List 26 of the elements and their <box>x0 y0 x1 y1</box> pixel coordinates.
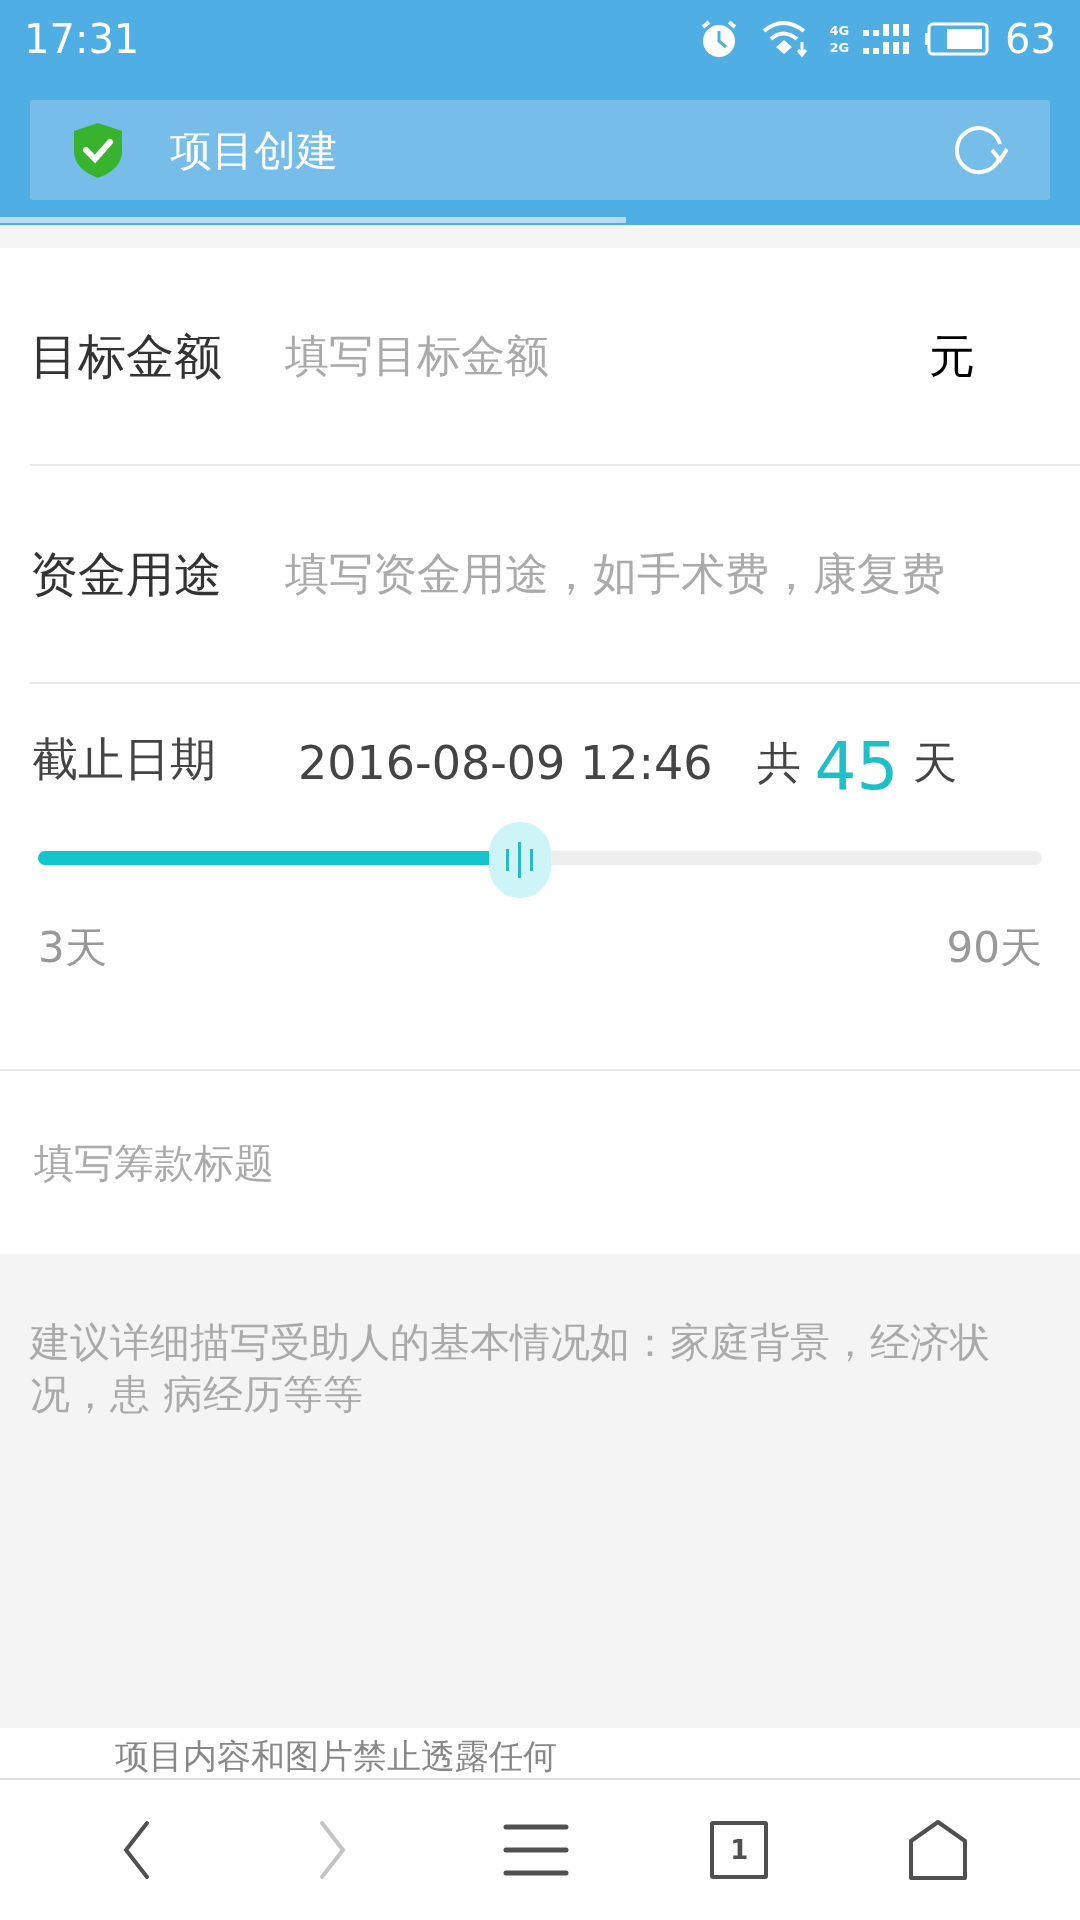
tabs-button[interactable]: 1 <box>710 1821 769 1879</box>
menu-icon <box>502 1824 569 1876</box>
page-title: 项目创建 <box>170 124 339 177</box>
slider-min-label: 3天 <box>38 922 107 974</box>
text-field[interactable]: 填写目标金额 <box>285 323 929 389</box>
total-prefix: 共 <box>756 736 801 790</box>
total-suffix: 天 <box>912 736 957 790</box>
network-type: 2G <box>829 41 850 54</box>
field-label: 资金用途 <box>30 545 223 604</box>
address-bar[interactable]: 项目创建 <box>30 100 1050 200</box>
deadline-date: 2016-08-09 12:46 <box>298 735 713 792</box>
home-icon <box>907 1819 968 1881</box>
days-count: 45 <box>814 734 899 802</box>
text-field[interactable]: 填写资金用途，如手术费，康复费 <box>285 541 1080 607</box>
status-time: 17:31 <box>24 15 140 64</box>
slider-max-label: 90天 <box>946 922 1042 974</box>
field-label: 目标金额 <box>30 327 223 386</box>
network-type: 4G <box>829 24 850 37</box>
notice-text: 项目内容和图片禁止透露任何 <box>115 1735 557 1778</box>
wifi-icon <box>761 20 810 58</box>
description-field[interactable]: 建议详细描写受助人的基本情况如：家庭背景，经济状况，患 病经历等等 <box>0 1254 1080 1728</box>
unit-label: 元 <box>929 327 975 385</box>
deadline-label: 截止日期 <box>32 731 217 788</box>
title-field[interactable]: 填写筹款标题 <box>0 1071 1080 1254</box>
battery-icon <box>925 22 992 56</box>
battery-percent: 63 <box>1005 15 1056 64</box>
